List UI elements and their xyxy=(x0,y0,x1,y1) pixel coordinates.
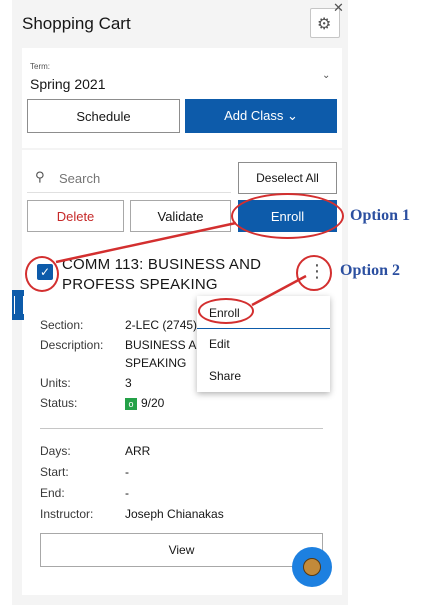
annotation-line-option1 xyxy=(55,221,237,264)
annotation-option1: Option 1 xyxy=(350,207,411,224)
annotation-line-option2 xyxy=(251,274,307,307)
annotation-option2: Option 2 xyxy=(340,262,401,279)
annotation-lines xyxy=(55,221,307,307)
